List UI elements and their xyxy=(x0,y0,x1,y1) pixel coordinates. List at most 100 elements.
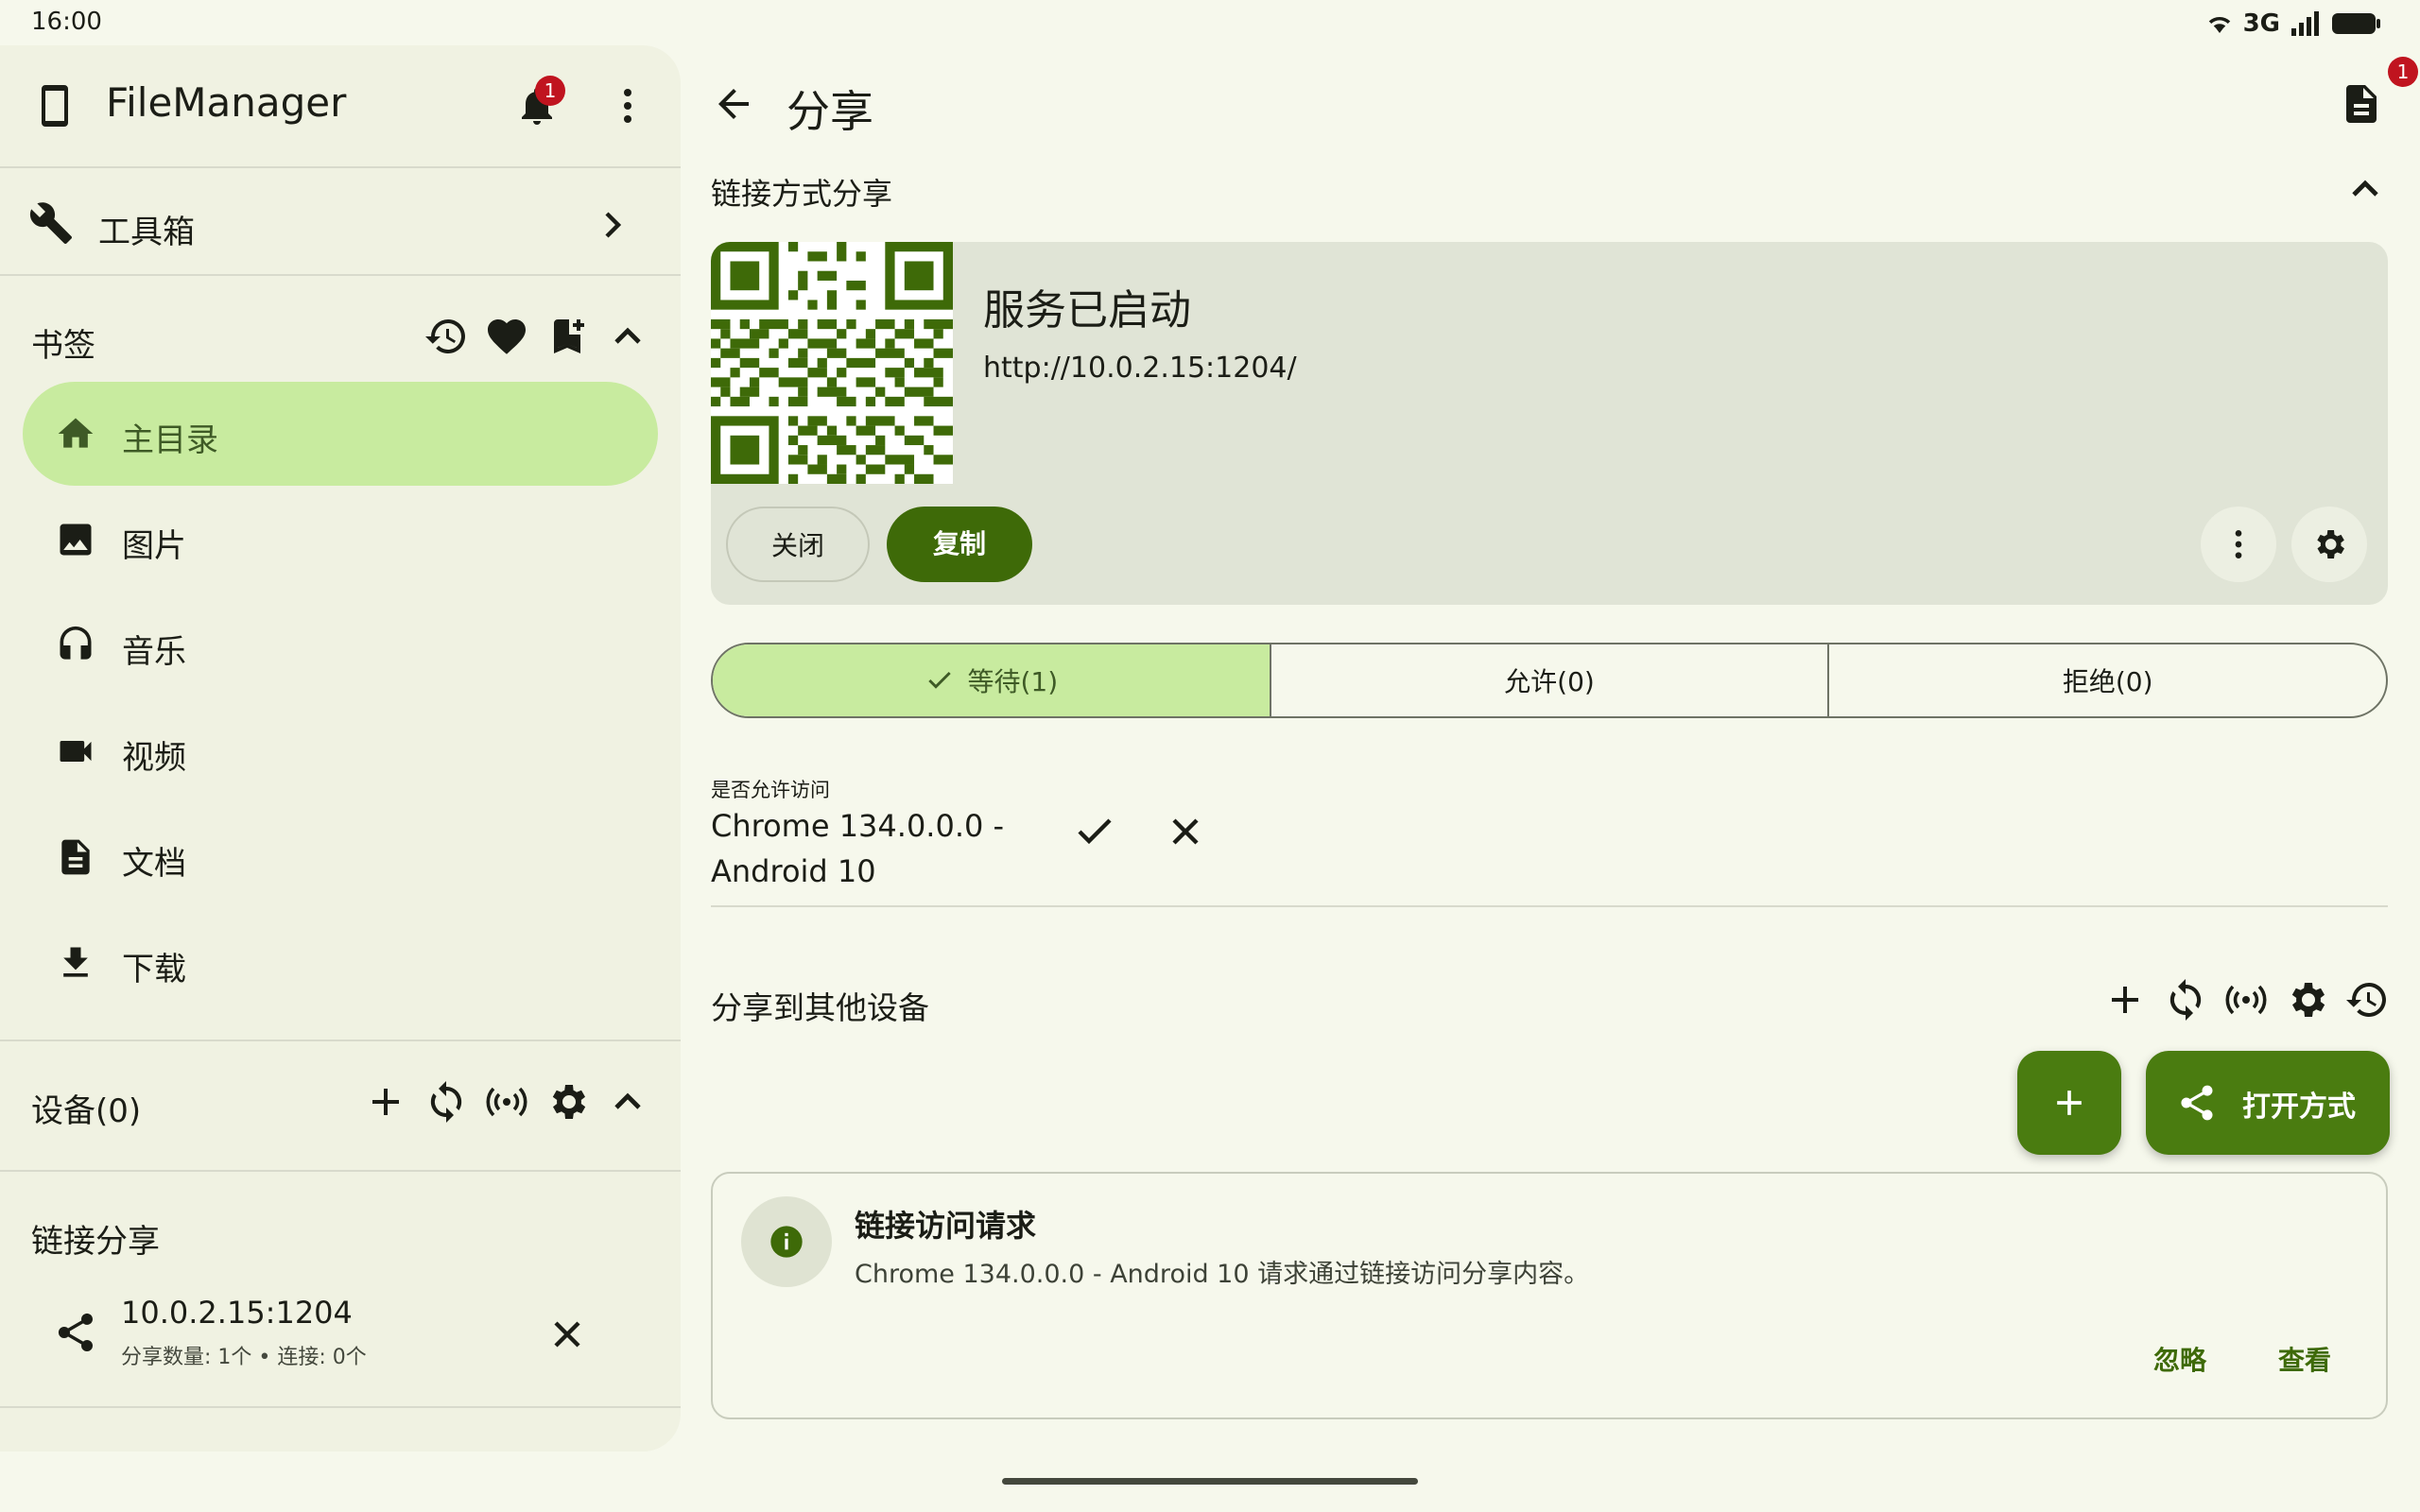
sync-icon[interactable] xyxy=(424,1079,469,1125)
history-icon[interactable] xyxy=(2344,977,2390,1022)
broadcast-icon[interactable] xyxy=(484,1079,529,1125)
bookmarks-header: 书签 xyxy=(31,327,95,365)
bookmark-add-icon[interactable] xyxy=(544,314,590,359)
tab-pending[interactable]: 等待(1) xyxy=(713,644,1271,716)
image-icon xyxy=(60,524,92,556)
link-share-section-title: 链接方式分享 xyxy=(711,176,893,212)
wifi-icon xyxy=(2208,16,2230,33)
signal-icon xyxy=(2291,11,2319,36)
app-title: FileManager xyxy=(106,79,347,126)
overflow-menu-button[interactable] xyxy=(605,83,650,129)
document-icon xyxy=(2346,85,2377,123)
battery-icon xyxy=(2332,13,2380,34)
close-icon[interactable] xyxy=(544,1312,590,1357)
bookmark-label: 视频 xyxy=(122,739,186,777)
broadcast-icon[interactable] xyxy=(2223,977,2269,1022)
more-vert-icon xyxy=(2235,530,2242,558)
share-icon xyxy=(2181,1085,2213,1121)
view-button[interactable]: 查看 xyxy=(2278,1340,2331,1378)
chevron-right-icon xyxy=(605,212,622,238)
info-icon xyxy=(770,1226,803,1258)
chevron-up-icon[interactable] xyxy=(605,1079,650,1125)
status-time: 16:00 xyxy=(31,8,102,36)
reject-close-icon[interactable] xyxy=(1163,809,1208,854)
toolbox-label: 工具箱 xyxy=(98,214,195,251)
bookmark-label: 主目录 xyxy=(122,421,218,459)
link-share-item[interactable]: 10.0.2.15:1204 分享数量: 1个 • 连接: 0个 xyxy=(0,1283,681,1397)
tab-rejected[interactable]: 拒绝(0) xyxy=(1829,644,2386,716)
navigation-drawer: FileManager 1 工具箱 书签 主目录 图片 音乐 视频 文档 下载 xyxy=(0,45,681,1452)
bookmark-videos[interactable]: 视频 xyxy=(23,699,658,803)
heart-icon[interactable] xyxy=(484,314,529,359)
card-more-button[interactable] xyxy=(2201,507,2276,582)
bookmark-pictures[interactable]: 图片 xyxy=(23,488,658,592)
log-button[interactable]: 1 xyxy=(2339,57,2418,129)
chevron-up-icon[interactable] xyxy=(2342,166,2388,212)
bookmark-label: 图片 xyxy=(122,527,186,565)
link-share-address: 10.0.2.15:1204 xyxy=(121,1295,353,1331)
add-icon[interactable] xyxy=(2102,977,2148,1022)
add-icon xyxy=(2057,1091,2082,1115)
close-service-button[interactable]: 关闭 xyxy=(726,507,870,582)
video-icon xyxy=(60,741,92,762)
request-caption: 是否允许访问 xyxy=(711,779,830,801)
tab-label: 允许(0) xyxy=(1504,666,1595,697)
bookmark-label: 文档 xyxy=(122,845,186,883)
share-service-card: 服务已启动 http://10.0.2.15:1204/ 关闭 复制 xyxy=(711,242,2388,605)
document-icon xyxy=(61,839,90,875)
share-icon xyxy=(58,1313,93,1351)
home-icon xyxy=(58,418,94,448)
more-vert-icon xyxy=(624,89,631,123)
share-other-devices-title: 分享到其他设备 xyxy=(711,989,929,1026)
chevron-up-icon[interactable] xyxy=(605,314,650,359)
settings-icon xyxy=(2317,530,2344,558)
bookmark-label: 下载 xyxy=(122,951,186,988)
bookmark-downloads[interactable]: 下载 xyxy=(23,911,658,1015)
link-request-notification: 链接访问请求 Chrome 134.0.0.0 - Android 10 请求通… xyxy=(711,1172,2388,1419)
tab-label: 等待(1) xyxy=(967,666,1059,697)
wrench-icon xyxy=(29,202,72,244)
settings-icon[interactable] xyxy=(2284,977,2329,1022)
request-filter-tabs: 等待(1) 允许(0) 拒绝(0) xyxy=(711,643,2388,718)
page-title: 分享 xyxy=(786,86,873,137)
bookmark-label: 音乐 xyxy=(122,633,186,671)
settings-icon[interactable] xyxy=(544,1079,590,1125)
back-arrow-icon[interactable] xyxy=(711,81,756,127)
notification-body: Chrome 134.0.0.0 - Android 10 请求通过链接访问分享… xyxy=(855,1260,1590,1289)
link-share-header: 链接分享 xyxy=(31,1223,160,1261)
link-share-stats: 分享数量: 1个 • 连接: 0个 xyxy=(121,1346,367,1369)
sync-icon[interactable] xyxy=(2163,977,2208,1022)
devices-header: 设备(0) xyxy=(31,1092,142,1130)
open-with-fab[interactable]: 打开方式 xyxy=(2146,1051,2390,1155)
open-with-label: 打开方式 xyxy=(2242,1091,2356,1124)
notification-badge: 1 xyxy=(535,76,565,106)
phone-icon xyxy=(42,85,68,127)
add-fab[interactable] xyxy=(2017,1051,2121,1155)
info-icon-container xyxy=(741,1196,832,1287)
bookmark-documents[interactable]: 文档 xyxy=(23,805,658,909)
card-settings-button[interactable] xyxy=(2291,507,2367,582)
service-status: 服务已启动 xyxy=(983,286,1191,335)
add-icon[interactable] xyxy=(363,1079,408,1125)
check-icon xyxy=(927,671,951,689)
toolbox-row[interactable]: 工具箱 xyxy=(0,170,681,280)
home-indicator[interactable] xyxy=(1002,1478,1418,1485)
request-device: Chrome 134.0.0.0 - Android 10 xyxy=(711,808,1005,889)
tab-label: 拒绝(0) xyxy=(2062,666,2153,697)
notification-title: 链接访问请求 xyxy=(855,1208,1037,1244)
ignore-button[interactable]: 忽略 xyxy=(2153,1340,2206,1378)
divider xyxy=(711,905,2388,907)
bookmark-home[interactable]: 主目录 xyxy=(23,382,658,486)
notifications-button[interactable]: 1 xyxy=(514,76,565,129)
qr-code xyxy=(711,242,953,484)
headphones-icon xyxy=(60,626,92,660)
allow-check-icon[interactable] xyxy=(1072,809,1117,854)
history-icon[interactable] xyxy=(424,314,469,359)
download-icon xyxy=(63,947,88,977)
tab-allowed[interactable]: 允许(0) xyxy=(1271,644,1830,716)
log-badge: 1 xyxy=(2388,57,2418,87)
bookmark-music[interactable]: 音乐 xyxy=(23,593,658,697)
copy-url-button[interactable]: 复制 xyxy=(887,507,1032,582)
network-type: 3G xyxy=(2242,9,2280,38)
service-url[interactable]: http://10.0.2.15:1204/ xyxy=(983,352,1297,385)
